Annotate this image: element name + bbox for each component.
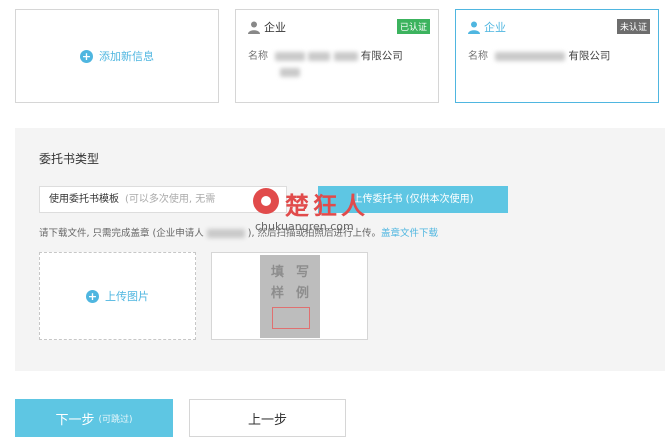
company-name: 有限公司 — [360, 50, 403, 62]
person-icon — [468, 21, 480, 34]
card-type-label: 企业 — [484, 21, 506, 34]
instruction-tail: ), 然后扫描或拍照后进行上传。 — [247, 228, 382, 239]
sample-char: 写 — [295, 265, 309, 280]
authorization-section: 委托书类型 使用委托书模板 (可以多次使用, 无需 上传委托书 (仅供本次使用) … — [15, 128, 665, 371]
next-step-label: 下一步 — [55, 412, 95, 428]
use-template-hint: (可以多次使用, 无需 — [125, 194, 216, 205]
enterprise-card-verified[interactable]: 企业 已认证 名称 有限公司 — [235, 9, 439, 103]
add-new-info-card[interactable]: + 添加新信息 — [15, 9, 219, 103]
upload-image-box[interactable]: + 上传图片 — [39, 252, 196, 340]
upload-image-label: 上传图片 — [105, 290, 149, 303]
name-label: 名称 — [468, 51, 488, 62]
use-template-button[interactable]: 使用委托书模板 (可以多次使用, 无需 — [39, 186, 287, 213]
status-badge: 已认证 — [396, 19, 430, 34]
sample-char: 例 — [295, 286, 309, 301]
company-name: 有限公司 — [568, 50, 611, 62]
download-stamp-file-link[interactable]: 盖章文件下载 — [381, 228, 438, 239]
card-type-label: 企业 — [264, 21, 286, 34]
plus-circle-icon: + — [86, 289, 99, 303]
upload-authorization-button[interactable]: 上传委托书 (仅供本次使用) — [318, 186, 508, 213]
name-label: 名称 — [248, 51, 268, 62]
stamp-area — [272, 307, 310, 329]
add-new-info-label: 添加新信息 — [99, 50, 154, 63]
sample-char: 样 — [270, 286, 284, 301]
enterprise-card-unverified[interactable]: 企业 未认证 名称 有限公司 — [455, 9, 659, 103]
next-step-button[interactable]: 下一步 (可跳过) — [15, 399, 173, 437]
use-template-label: 使用委托书模板 — [49, 194, 119, 205]
sample-document-preview[interactable]: 填 写 样 例 — [211, 252, 368, 340]
next-step-sublabel: (可跳过) — [98, 414, 133, 425]
sample-char: 填 — [270, 265, 284, 280]
person-icon — [248, 21, 260, 34]
status-badge: 未认证 — [616, 19, 650, 34]
section-title: 委托书类型 — [39, 152, 100, 166]
previous-step-button[interactable]: 上一步 — [189, 399, 346, 437]
sample-document-image: 填 写 样 例 — [260, 255, 320, 338]
instruction-text: 请下载文件, 只需完成盖章 (企业申请人 ), 然后扫描或拍照后进行上传。盖章文件… — [39, 225, 438, 239]
instruction-main: 请下载文件, 只需完成盖章 (企业申请人 — [39, 228, 204, 239]
plus-circle-icon: + — [80, 49, 93, 63]
